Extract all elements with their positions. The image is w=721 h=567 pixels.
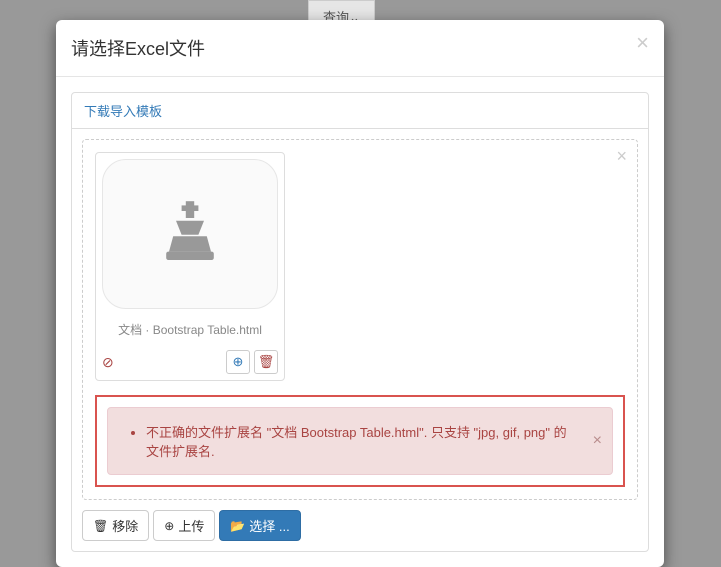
modal-header: 请选择Excel文件 × [56, 20, 664, 77]
select-button-label: 选择 ... [249, 516, 289, 535]
error-message: 不正确的文件扩展名 "文档 Bootstrap Table.html". 只支持… [146, 422, 576, 460]
select-button[interactable]: 📂 选择 ... [219, 510, 300, 541]
error-alert: 不正确的文件扩展名 "文档 Bootstrap Table.html". 只支持… [107, 407, 613, 475]
panel-heading: 下载导入模板 [72, 93, 648, 129]
panel-body: × [72, 129, 648, 551]
modal-close-button[interactable]: × [636, 32, 649, 54]
modal-body: 下载导入模板 × [56, 77, 664, 567]
close-icon: × [616, 146, 627, 166]
upload-icon: ⊕ [233, 354, 244, 370]
dropzone-close-button[interactable]: × [616, 146, 627, 167]
folder-open-icon: 📂 [230, 519, 245, 533]
trash-icon: 🗑 [258, 354, 275, 370]
remove-button[interactable]: 🗑 移除 [82, 510, 149, 541]
footer-buttons: 🗑 移除 ⊕ 上传 📂 选择 ... [82, 510, 638, 541]
alert-close-button[interactable]: × [593, 432, 602, 450]
close-icon: × [636, 30, 649, 55]
remove-button-label: 移除 [112, 516, 138, 535]
file-delete-button[interactable]: 🗑 [254, 350, 278, 374]
file-thumbnail [102, 159, 278, 309]
trash-icon: 🗑 [93, 519, 108, 533]
modal-dialog: 请选择Excel文件 × 下载导入模板 × [56, 20, 664, 567]
file-dropzone[interactable]: × [82, 139, 638, 500]
close-icon: × [593, 432, 602, 449]
download-template-link[interactable]: 下载导入模板 [84, 104, 162, 119]
file-preview-card: 文档 · Bootstrap Table.html ⊘ ⊕ 🗑 [95, 152, 285, 381]
file-action-buttons: ⊕ 🗑 [226, 350, 278, 374]
upload-button-label: 上传 [178, 516, 204, 535]
chess-king-icon [155, 197, 225, 272]
upload-icon: ⊕ [164, 519, 174, 533]
error-highlight-frame: 不正确的文件扩展名 "文档 Bootstrap Table.html". 只支持… [95, 395, 625, 487]
import-panel: 下载导入模板 × [71, 92, 649, 552]
modal-title: 请选择Excel文件 [71, 35, 649, 61]
upload-button[interactable]: ⊕ 上传 [153, 510, 215, 541]
warning-icon: ⊘ [102, 354, 114, 371]
file-name: 文档 · Bootstrap Table.html [102, 317, 278, 346]
file-card-footer: ⊘ ⊕ 🗑 [102, 346, 278, 374]
file-upload-button[interactable]: ⊕ [226, 350, 250, 374]
